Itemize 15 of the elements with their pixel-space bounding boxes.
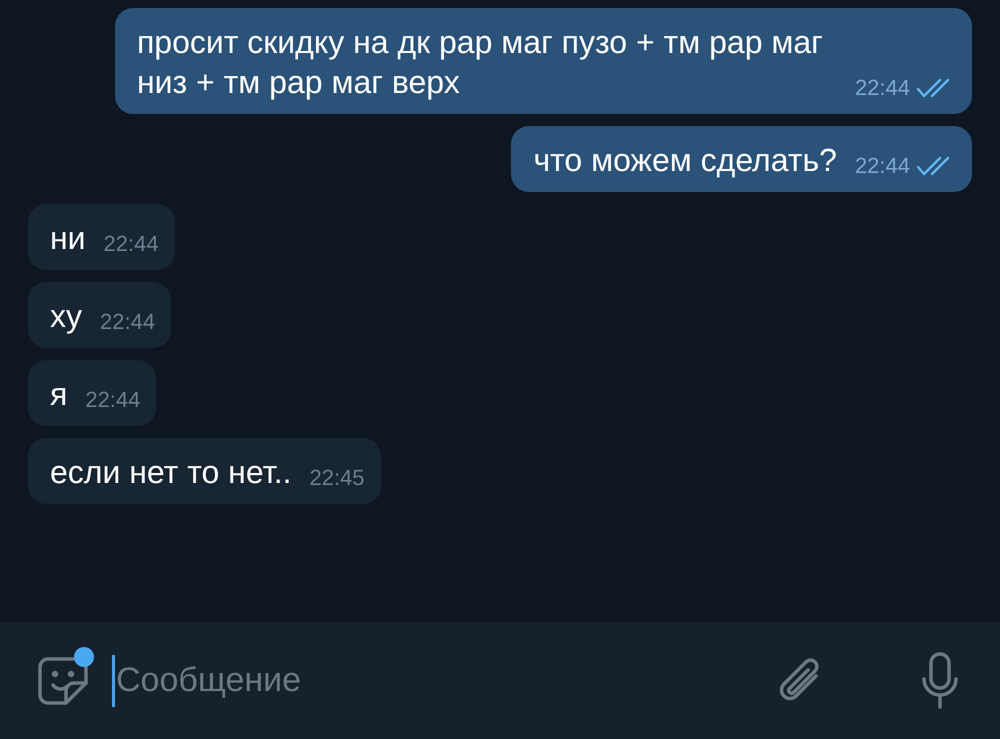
message-text: ни <box>50 219 86 258</box>
sticker-icon[interactable] <box>38 654 90 706</box>
message-time: 22:45 <box>309 466 365 490</box>
message-text: я <box>50 375 68 414</box>
message-time: 22:44 <box>854 154 910 178</box>
message-text: ху <box>50 297 82 336</box>
message-text: что можем сделать? <box>533 141 837 180</box>
message-time: 22:44 <box>100 310 156 334</box>
message-time: 22:44 <box>104 232 159 256</box>
message-text: просит скидку на дк рар маг пузо + тм рар маг низ + тм рар маг верх <box>136 23 824 102</box>
message-input[interactable]: Сообщение <box>112 650 754 710</box>
message-time: 22:44 <box>854 76 910 100</box>
microphone-icon[interactable] <box>920 650 960 710</box>
message-text: если нет то нет.. <box>50 453 292 492</box>
message-time: 22:44 <box>85 388 140 412</box>
